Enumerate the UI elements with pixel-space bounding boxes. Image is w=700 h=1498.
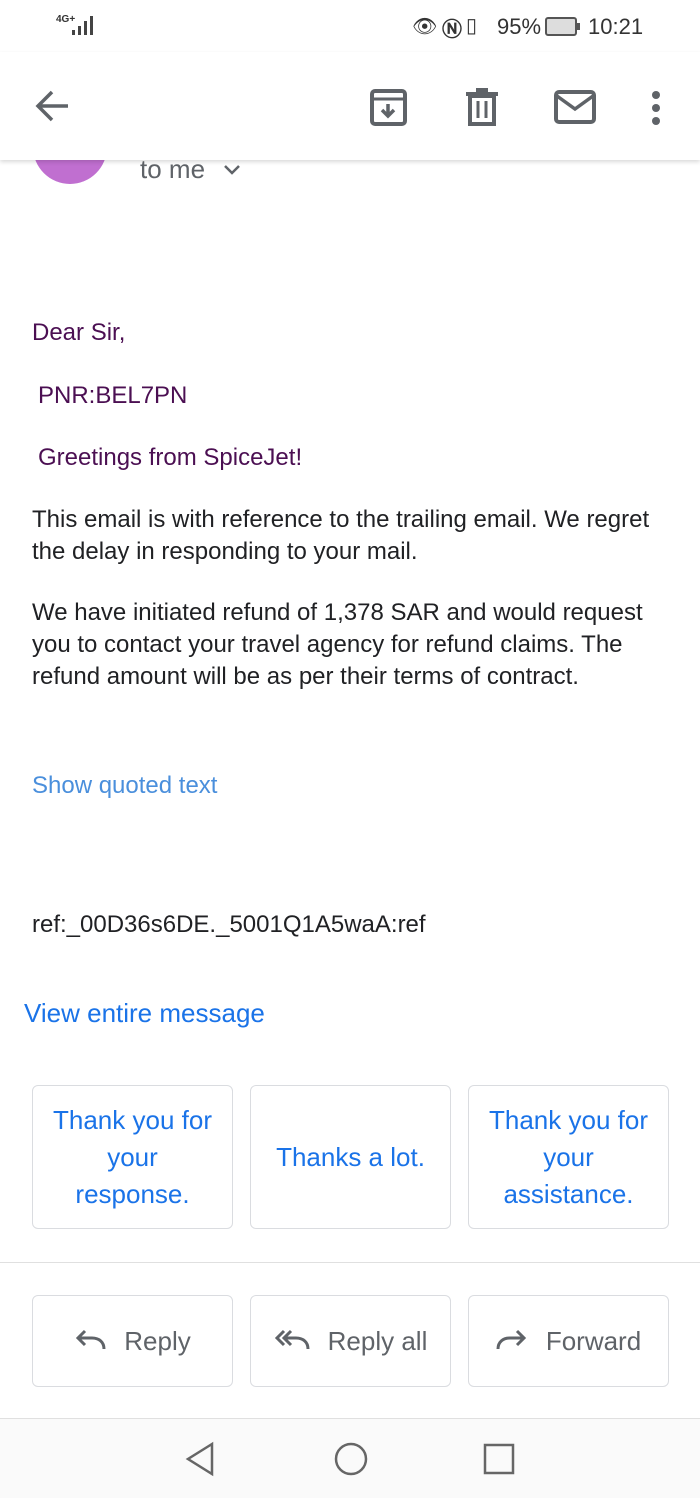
arrow-back-icon[interactable] bbox=[34, 88, 72, 124]
show-quoted-text-link[interactable]: Show quoted text bbox=[32, 770, 672, 802]
smart-reply-chip[interactable]: Thank you for your assistance. bbox=[468, 1085, 669, 1229]
nav-recents-icon[interactable] bbox=[482, 1442, 516, 1476]
archive-icon[interactable] bbox=[369, 88, 409, 128]
vibrate-icon: ▯ bbox=[466, 15, 478, 37]
trash-icon[interactable] bbox=[464, 87, 500, 127]
nav-home-icon[interactable] bbox=[333, 1441, 369, 1477]
greeting: Dear Sir, bbox=[32, 319, 126, 346]
status-bar: 4G+ 👁 Ⓝ ▯ 95% 10:21 bbox=[0, 0, 700, 52]
pnr: PNR:BEL7PN bbox=[38, 382, 188, 409]
clock: 10:21 bbox=[588, 14, 644, 39]
view-entire-message-link[interactable]: View entire message bbox=[24, 998, 265, 1029]
chevron-down-icon[interactable] bbox=[222, 163, 242, 177]
divider bbox=[0, 1262, 700, 1263]
reply-all-icon bbox=[274, 1329, 310, 1350]
smart-reply-chip[interactable]: Thanks a lot. bbox=[250, 1085, 451, 1229]
more-vert-icon[interactable] bbox=[648, 90, 664, 126]
smart-reply-chip[interactable]: Thank you for your response. bbox=[32, 1085, 233, 1229]
reply-all-label: Reply all bbox=[327, 1325, 428, 1356]
battery-percent: 95% bbox=[497, 14, 542, 39]
reply-all-button[interactable]: Reply all bbox=[250, 1295, 451, 1387]
app-bar bbox=[0, 52, 700, 160]
forward-button[interactable]: Forward bbox=[468, 1295, 669, 1387]
forward-icon bbox=[496, 1329, 526, 1350]
signal-icon bbox=[72, 16, 93, 35]
greetings-line: Greetings from SpiceJet! bbox=[38, 444, 303, 471]
mail-icon[interactable] bbox=[554, 90, 598, 126]
paragraph-1: This email is with reference to the trai… bbox=[32, 506, 650, 565]
reply-icon bbox=[76, 1329, 106, 1350]
paragraph-2: We have initiated refund of 1,378 SAR an… bbox=[32, 599, 643, 690]
reference-id: ref:_00D36s6DE._5001Q1A5waA:ref bbox=[32, 911, 426, 938]
eye-comfort-icon: 👁 bbox=[412, 16, 438, 38]
nav-back-icon[interactable] bbox=[184, 1441, 216, 1477]
forward-label: Forward bbox=[545, 1325, 642, 1356]
battery-icon bbox=[545, 17, 580, 36]
reply-button[interactable]: Reply bbox=[32, 1295, 233, 1387]
system-nav-bar bbox=[0, 1418, 700, 1498]
reply-label: Reply bbox=[124, 1325, 191, 1356]
nfc-icon: Ⓝ bbox=[442, 19, 462, 41]
